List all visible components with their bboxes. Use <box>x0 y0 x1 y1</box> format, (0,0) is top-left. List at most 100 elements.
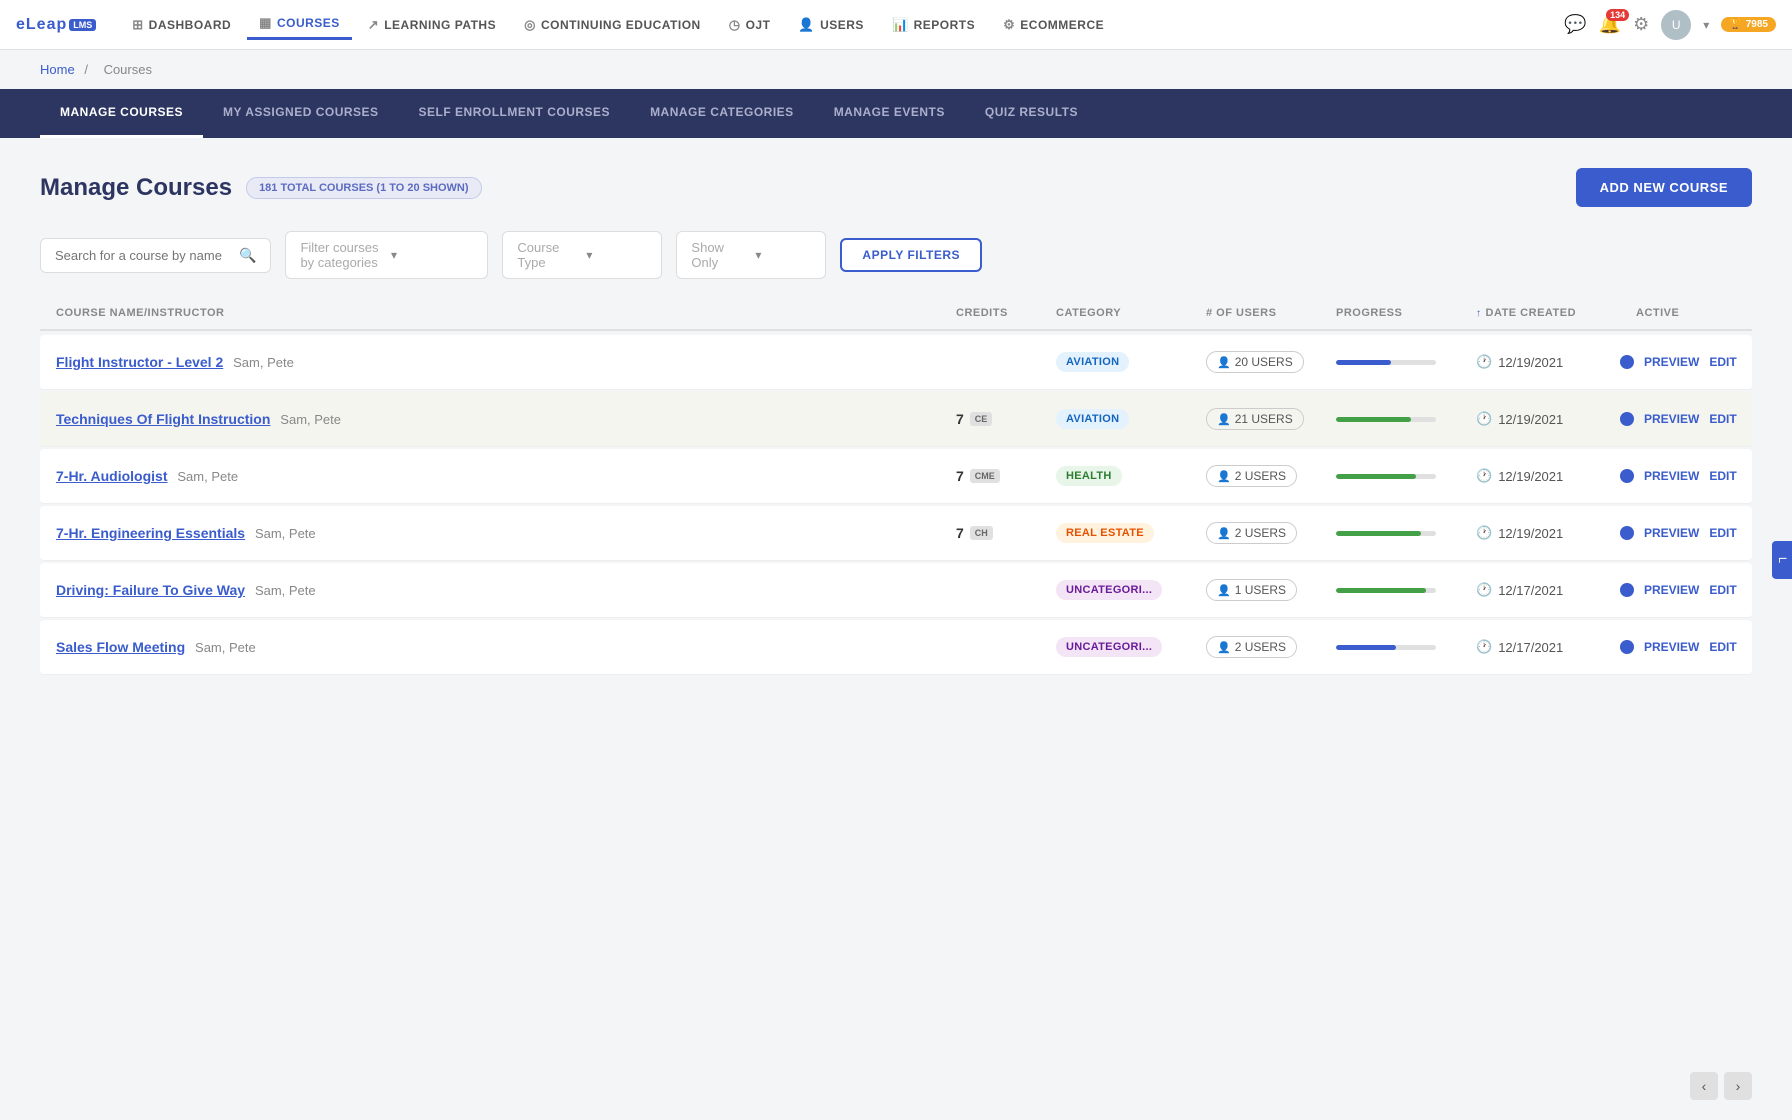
course-name-link[interactable]: Flight Instructor - Level 2 <box>56 354 223 370</box>
preview-link[interactable]: PREVIEW <box>1644 412 1699 426</box>
category-badge: REAL ESTATE <box>1056 523 1154 543</box>
col-date-created[interactable]: ↑ DATE CREATED <box>1476 307 1636 319</box>
logo[interactable]: eLeap LMS <box>16 16 96 34</box>
breadcrumb-current: Courses <box>104 62 152 77</box>
filters-row: 🔍 Filter courses by categories ▾ Course … <box>40 231 1752 279</box>
category-badge: HEALTH <box>1056 466 1122 486</box>
preview-link[interactable]: PREVIEW <box>1644 526 1699 540</box>
courses-icon: ▦ <box>259 15 272 31</box>
course-name-link[interactable]: 7-Hr. Audiologist <box>56 468 167 484</box>
users-cell: 👤 2 USERS <box>1206 522 1336 544</box>
nav-ecommerce[interactable]: ⚙ Ecommerce <box>991 11 1116 39</box>
clock-icon: 🕐 <box>1476 468 1492 484</box>
progress-cell <box>1336 417 1476 422</box>
progress-fill <box>1336 360 1391 365</box>
nav-reports[interactable]: 📊 Reports <box>880 11 987 39</box>
clock-icon: 🕐 <box>1476 639 1492 655</box>
credits-value: 7 <box>956 468 964 484</box>
nav-courses[interactable]: ▦ Courses <box>247 9 352 40</box>
category-cell: AVIATION <box>1056 409 1206 429</box>
notifications-button[interactable]: 🔔 134 <box>1599 14 1621 35</box>
clock-icon: 🕐 <box>1476 582 1492 598</box>
next-page-button[interactable]: › <box>1724 1072 1752 1100</box>
progress-cell <box>1336 474 1476 479</box>
users-icon: 👤 <box>1217 470 1231 483</box>
breadcrumb: Home / Courses <box>0 50 1792 89</box>
date-value: 12/17/2021 <box>1498 640 1563 655</box>
progress-bar <box>1336 531 1436 536</box>
chat-button[interactable]: 💬 <box>1564 14 1586 35</box>
tab-manage-courses[interactable]: Manage Courses <box>40 89 203 138</box>
course-name-cell: Driving: Failure To Give Way Sam, Pete <box>56 582 956 598</box>
course-name-link[interactable]: Sales Flow Meeting <box>56 639 185 655</box>
category-filter-label: Filter courses by categories <box>300 240 383 270</box>
table-header: COURSE NAME/INSTRUCTOR CREDITS CATEGORY … <box>40 307 1752 331</box>
apply-filters-button[interactable]: APPLY FILTERS <box>840 238 982 272</box>
course-name-cell: Sales Flow Meeting Sam, Pete <box>56 639 956 655</box>
course-name-link[interactable]: Techniques Of Flight Instruction <box>56 411 270 427</box>
progress-cell <box>1336 360 1476 365</box>
prev-page-button[interactable]: ‹ <box>1690 1072 1718 1100</box>
row-actions: PREVIEW EDIT <box>1644 469 1737 483</box>
course-name-link[interactable]: 7-Hr. Engineering Essentials <box>56 525 245 541</box>
tab-manage-events[interactable]: Manage Events <box>814 89 965 138</box>
pagination: ‹ › <box>1690 1072 1752 1100</box>
nav-ojt[interactable]: ◷ OJT <box>717 11 783 39</box>
edit-link[interactable]: EDIT <box>1709 355 1736 369</box>
nav-learning-paths[interactable]: ↗ Learning Paths <box>356 11 508 39</box>
nav-dashboard[interactable]: ⊞ Dashboard <box>120 11 243 39</box>
page-title-section: Manage Courses 181 TOTAL COURSES (1 TO 2… <box>40 174 482 202</box>
course-name-link[interactable]: Driving: Failure To Give Way <box>56 582 245 598</box>
nav-dashboard-label: Dashboard <box>149 18 232 32</box>
search-filter[interactable]: 🔍 <box>40 238 271 273</box>
nav-items: ⊞ Dashboard ▦ Courses ↗ Learning Paths ◎… <box>120 9 1564 40</box>
preview-link[interactable]: PREVIEW <box>1644 469 1699 483</box>
course-type-label: Course Type <box>517 240 578 270</box>
tab-self-enrollment[interactable]: Self Enrollment Courses <box>399 89 631 138</box>
search-input[interactable] <box>55 248 231 263</box>
users-cell: 👤 21 USERS <box>1206 408 1336 430</box>
show-only-filter[interactable]: Show Only ▾ <box>676 231 826 279</box>
users-icon: 👤 <box>1217 413 1231 426</box>
edit-link[interactable]: EDIT <box>1709 469 1736 483</box>
users-badge: 👤 21 USERS <box>1206 408 1304 430</box>
edit-link[interactable]: EDIT <box>1709 583 1736 597</box>
nav-ojt-label: OJT <box>746 18 771 32</box>
credits-cell: 7 CME <box>956 468 1056 484</box>
page-header: Manage Courses 181 TOTAL COURSES (1 TO 2… <box>40 168 1752 207</box>
table-body: Flight Instructor - Level 2 Sam, Pete AV… <box>40 335 1752 675</box>
active-cell: PREVIEW EDIT <box>1636 353 1736 371</box>
tab-my-assigned-courses[interactable]: My Assigned Courses <box>203 89 399 138</box>
table-row: Techniques Of Flight Instruction Sam, Pe… <box>40 392 1752 447</box>
edit-link[interactable]: EDIT <box>1709 526 1736 540</box>
points-badge[interactable]: 🏆 7985 <box>1721 17 1776 32</box>
settings-button[interactable]: ⚙ <box>1633 14 1649 35</box>
row-actions: PREVIEW EDIT <box>1644 355 1737 369</box>
category-filter[interactable]: Filter courses by categories ▾ <box>285 231 488 279</box>
avatar[interactable]: U <box>1661 10 1691 40</box>
course-type-filter[interactable]: Course Type ▾ <box>502 231 662 279</box>
dashboard-icon: ⊞ <box>132 17 143 33</box>
page-title: Manage Courses <box>40 174 232 202</box>
breadcrumb-home[interactable]: Home <box>40 62 75 77</box>
ecommerce-icon: ⚙ <box>1003 17 1015 33</box>
tab-quiz-results[interactable]: Quiz Results <box>965 89 1098 138</box>
progress-bar <box>1336 588 1436 593</box>
right-sidebar-tab[interactable]: L <box>1772 541 1792 579</box>
active-cell: PREVIEW EDIT <box>1636 638 1736 656</box>
col-course-name: COURSE NAME/INSTRUCTOR <box>56 307 956 319</box>
preview-link[interactable]: PREVIEW <box>1644 640 1699 654</box>
sort-up-icon: ↑ <box>1476 308 1482 319</box>
preview-link[interactable]: PREVIEW <box>1644 583 1699 597</box>
edit-link[interactable]: EDIT <box>1709 640 1736 654</box>
toggle-dot <box>1620 583 1634 597</box>
nav-users[interactable]: 👤 Users <box>786 11 876 39</box>
table-row: Sales Flow Meeting Sam, Pete UNCATEGORI.… <box>40 620 1752 675</box>
edit-link[interactable]: EDIT <box>1709 412 1736 426</box>
preview-link[interactable]: PREVIEW <box>1644 355 1699 369</box>
table-row: 7-Hr. Engineering Essentials Sam, Pete 7… <box>40 506 1752 561</box>
tab-manage-categories[interactable]: Manage Categories <box>630 89 814 138</box>
nav-continuing-education[interactable]: ◎ Continuing Education <box>512 11 713 39</box>
add-course-button[interactable]: ADD NEW COURSE <box>1576 168 1752 207</box>
category-badge: UNCATEGORI... <box>1056 580 1162 600</box>
